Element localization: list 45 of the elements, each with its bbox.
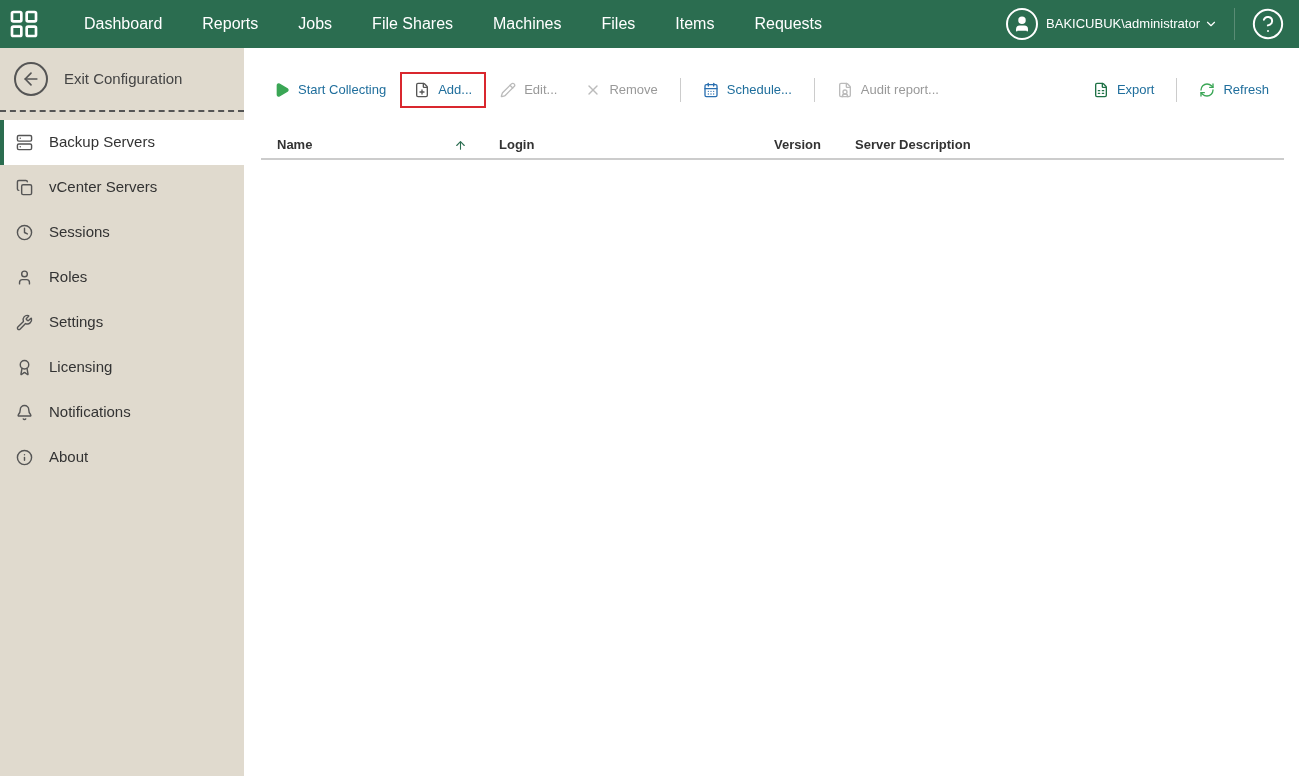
column-header[interactable]: Version xyxy=(758,135,839,155)
wrench-icon xyxy=(16,314,33,331)
document-user-icon xyxy=(836,82,853,98)
spreadsheet-icon xyxy=(1092,82,1109,98)
info-icon xyxy=(16,449,33,466)
toolbar-button[interactable]: Add... xyxy=(400,72,487,108)
toolbar-button[interactable]: Export xyxy=(1078,72,1169,108)
help-icon[interactable] xyxy=(1251,7,1285,41)
sidebar-item[interactable]: vCenter Servers xyxy=(0,165,244,210)
copy-icon xyxy=(16,179,33,196)
calendar-icon xyxy=(702,82,719,98)
toolbar-button[interactable]: Refresh xyxy=(1185,72,1283,108)
nav-link[interactable]: Jobs xyxy=(278,12,353,36)
sidebar-item[interactable]: Sessions xyxy=(0,210,244,255)
exit-configuration-button[interactable]: Exit Configuration xyxy=(0,48,244,112)
toolbar-button[interactable]: Schedule... xyxy=(688,72,806,108)
sidebar-item[interactable]: Settings xyxy=(0,300,244,345)
sidebar-item[interactable]: Notifications xyxy=(0,390,244,435)
nav-link[interactable]: Files xyxy=(581,12,656,36)
sidebar-item[interactable]: About xyxy=(0,435,244,480)
app-logo-icon xyxy=(8,8,40,40)
sidebar-item[interactable]: Roles xyxy=(0,255,244,300)
clock-icon xyxy=(16,224,33,241)
toolbar-button[interactable]: Start Collecting xyxy=(260,72,401,108)
file-plus-icon xyxy=(414,82,431,98)
nav-link[interactable]: Dashboard xyxy=(64,12,183,36)
avatar-icon xyxy=(1006,8,1039,40)
nav-link[interactable]: Items xyxy=(655,12,735,36)
bell-icon xyxy=(16,404,33,421)
play-icon xyxy=(274,82,290,98)
server-icon xyxy=(16,134,33,151)
column-header[interactable]: Login xyxy=(483,135,758,155)
sort-ascending-icon xyxy=(454,138,467,152)
nav-link[interactable]: File Shares xyxy=(352,12,474,36)
user-icon xyxy=(16,269,33,286)
nav-link[interactable]: Reports xyxy=(182,12,279,36)
column-header[interactable]: Server Description xyxy=(839,135,1284,155)
nav-link[interactable]: Requests xyxy=(734,12,842,36)
user-menu[interactable]: BAKICUBUK\administrator xyxy=(1046,14,1218,34)
sidebar-item[interactable]: Backup Servers xyxy=(0,120,244,165)
column-header[interactable]: Name xyxy=(261,135,483,155)
pencil-icon xyxy=(500,82,517,98)
nav-link[interactable]: Machines xyxy=(473,12,582,36)
sidebar-item[interactable]: Licensing xyxy=(0,345,244,390)
refresh-icon xyxy=(1199,82,1216,98)
